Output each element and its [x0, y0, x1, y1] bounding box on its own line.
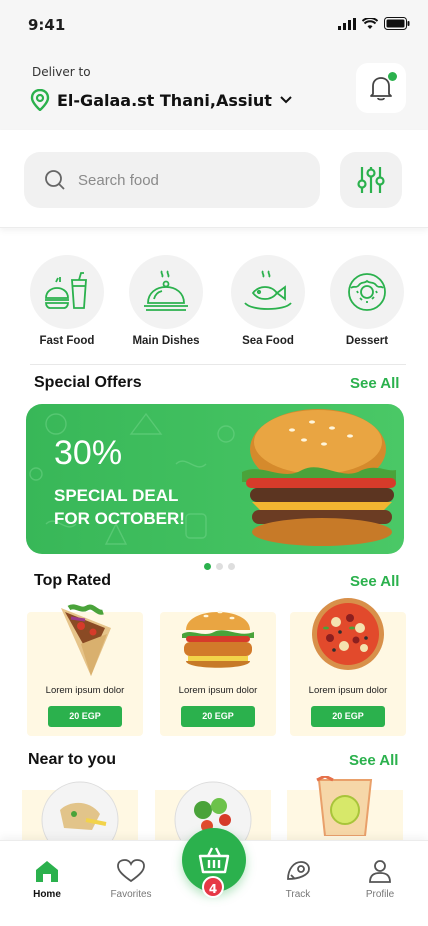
category-icon-circle	[231, 255, 305, 329]
battery-icon	[384, 17, 410, 30]
category-fast-food[interactable]: Fast Food	[17, 255, 117, 347]
search-area	[0, 130, 428, 228]
map-pin-icon	[287, 861, 310, 880]
category-label: Fast Food	[39, 335, 95, 347]
status-icons	[338, 17, 410, 30]
heart-icon	[117, 859, 145, 883]
filter-sliders-icon	[357, 167, 385, 193]
category-sea-food[interactable]: Sea Food	[218, 255, 318, 347]
chevron-down-icon	[280, 96, 292, 104]
product-card[interactable]: Lorem ipsum dolor 20 EGP	[27, 604, 143, 736]
carousel-dot[interactable]	[216, 563, 223, 570]
home-icon	[36, 861, 58, 882]
category-dessert[interactable]: Dessert	[317, 255, 417, 347]
category-main-dishes[interactable]: Main Dishes	[116, 255, 216, 347]
special-offers-title: Special Offers	[34, 374, 142, 391]
status-bar: 9:41	[0, 0, 428, 52]
nav-label: Profile	[365, 889, 395, 900]
product-card[interactable]: Lorem ipsum dolor 20 EGP	[290, 598, 406, 736]
filter-button[interactable]	[340, 152, 402, 208]
category-label: Main Dishes	[132, 335, 200, 347]
category-label: Dessert	[345, 335, 389, 347]
fish-plate-icon	[244, 270, 292, 310]
location-pin-icon	[30, 89, 50, 111]
status-time: 9:41	[28, 16, 66, 34]
category-icon-circle	[330, 255, 404, 329]
divider	[30, 364, 406, 365]
product-card[interactable]: Lorem ipsum dolor 20 EGP	[160, 610, 276, 736]
banner-discount: 30%	[54, 434, 123, 472]
nav-profile[interactable]: Profile	[345, 859, 415, 900]
categories-row: Fast Food Main Dishes Sea Food Dessert	[0, 255, 428, 355]
nav-label: Track	[285, 889, 311, 900]
signal-icon	[338, 17, 356, 30]
chicken-pasta-plate-image	[41, 781, 119, 840]
fast-food-icon	[45, 272, 87, 309]
carousel-dot[interactable]	[204, 563, 211, 570]
near-to-you-title: Near to you	[28, 751, 117, 768]
nav-home[interactable]: Home	[12, 859, 82, 900]
banner-line-2: FOR OCTOBER!	[54, 509, 185, 528]
banner-line-1: SPECIAL DEAL	[54, 486, 179, 505]
price-button[interactable]: 20 EGP	[181, 706, 255, 727]
carousel-dots	[204, 563, 235, 570]
product-name: Lorem ipsum dolor	[45, 685, 125, 696]
search-icon	[45, 170, 65, 190]
wifi-icon	[362, 17, 378, 29]
nav-label: Favorites	[110, 889, 152, 900]
price-button[interactable]: 20 EGP	[48, 706, 122, 727]
basket-icon	[198, 847, 230, 874]
notifications-button[interactable]	[356, 63, 406, 113]
pizza-image	[312, 598, 384, 670]
price-button[interactable]: 20 EGP	[311, 706, 385, 727]
burger-image	[242, 409, 396, 546]
user-icon	[369, 860, 391, 883]
donut-icon	[348, 273, 386, 311]
header: Deliver to El-Galaa.st Thani,Assiut	[0, 52, 428, 130]
category-icon-circle	[30, 255, 104, 329]
shawarma-wrap-image	[61, 604, 111, 676]
notification-dot	[388, 72, 397, 81]
search-input[interactable]	[78, 171, 288, 189]
top-rated-see-all-link[interactable]: See All	[350, 573, 399, 590]
deliver-label: Deliver to	[32, 65, 91, 79]
top-rated-title: Top Rated	[34, 572, 112, 589]
nav-favorites[interactable]: Favorites	[96, 859, 166, 900]
promo-banner[interactable]: 30% SPECIAL DEAL FOR OCTOBER!	[26, 404, 404, 554]
search-bar[interactable]	[24, 152, 320, 208]
lemon-drink-image	[316, 776, 373, 836]
location-selector[interactable]: El-Galaa.st Thani,Assiut	[30, 89, 293, 111]
nav-track[interactable]: Track	[263, 859, 333, 900]
product-name: Lorem ipsum dolor	[308, 685, 388, 696]
cart-count-badge: 4	[202, 876, 224, 898]
product-name: Lorem ipsum dolor	[178, 685, 258, 696]
near-to-you-see-all-link[interactable]: See All	[349, 752, 398, 769]
nav-label: Home	[33, 889, 61, 900]
special-offers-see-all-link[interactable]: See All	[350, 375, 399, 392]
cloche-icon	[144, 270, 188, 311]
chicken-burger-image	[182, 610, 254, 668]
category-label: Sea Food	[242, 335, 294, 347]
carousel-dot[interactable]	[228, 563, 235, 570]
location-text: El-Galaa.st Thani,Assiut	[57, 90, 272, 110]
category-icon-circle	[129, 255, 203, 329]
